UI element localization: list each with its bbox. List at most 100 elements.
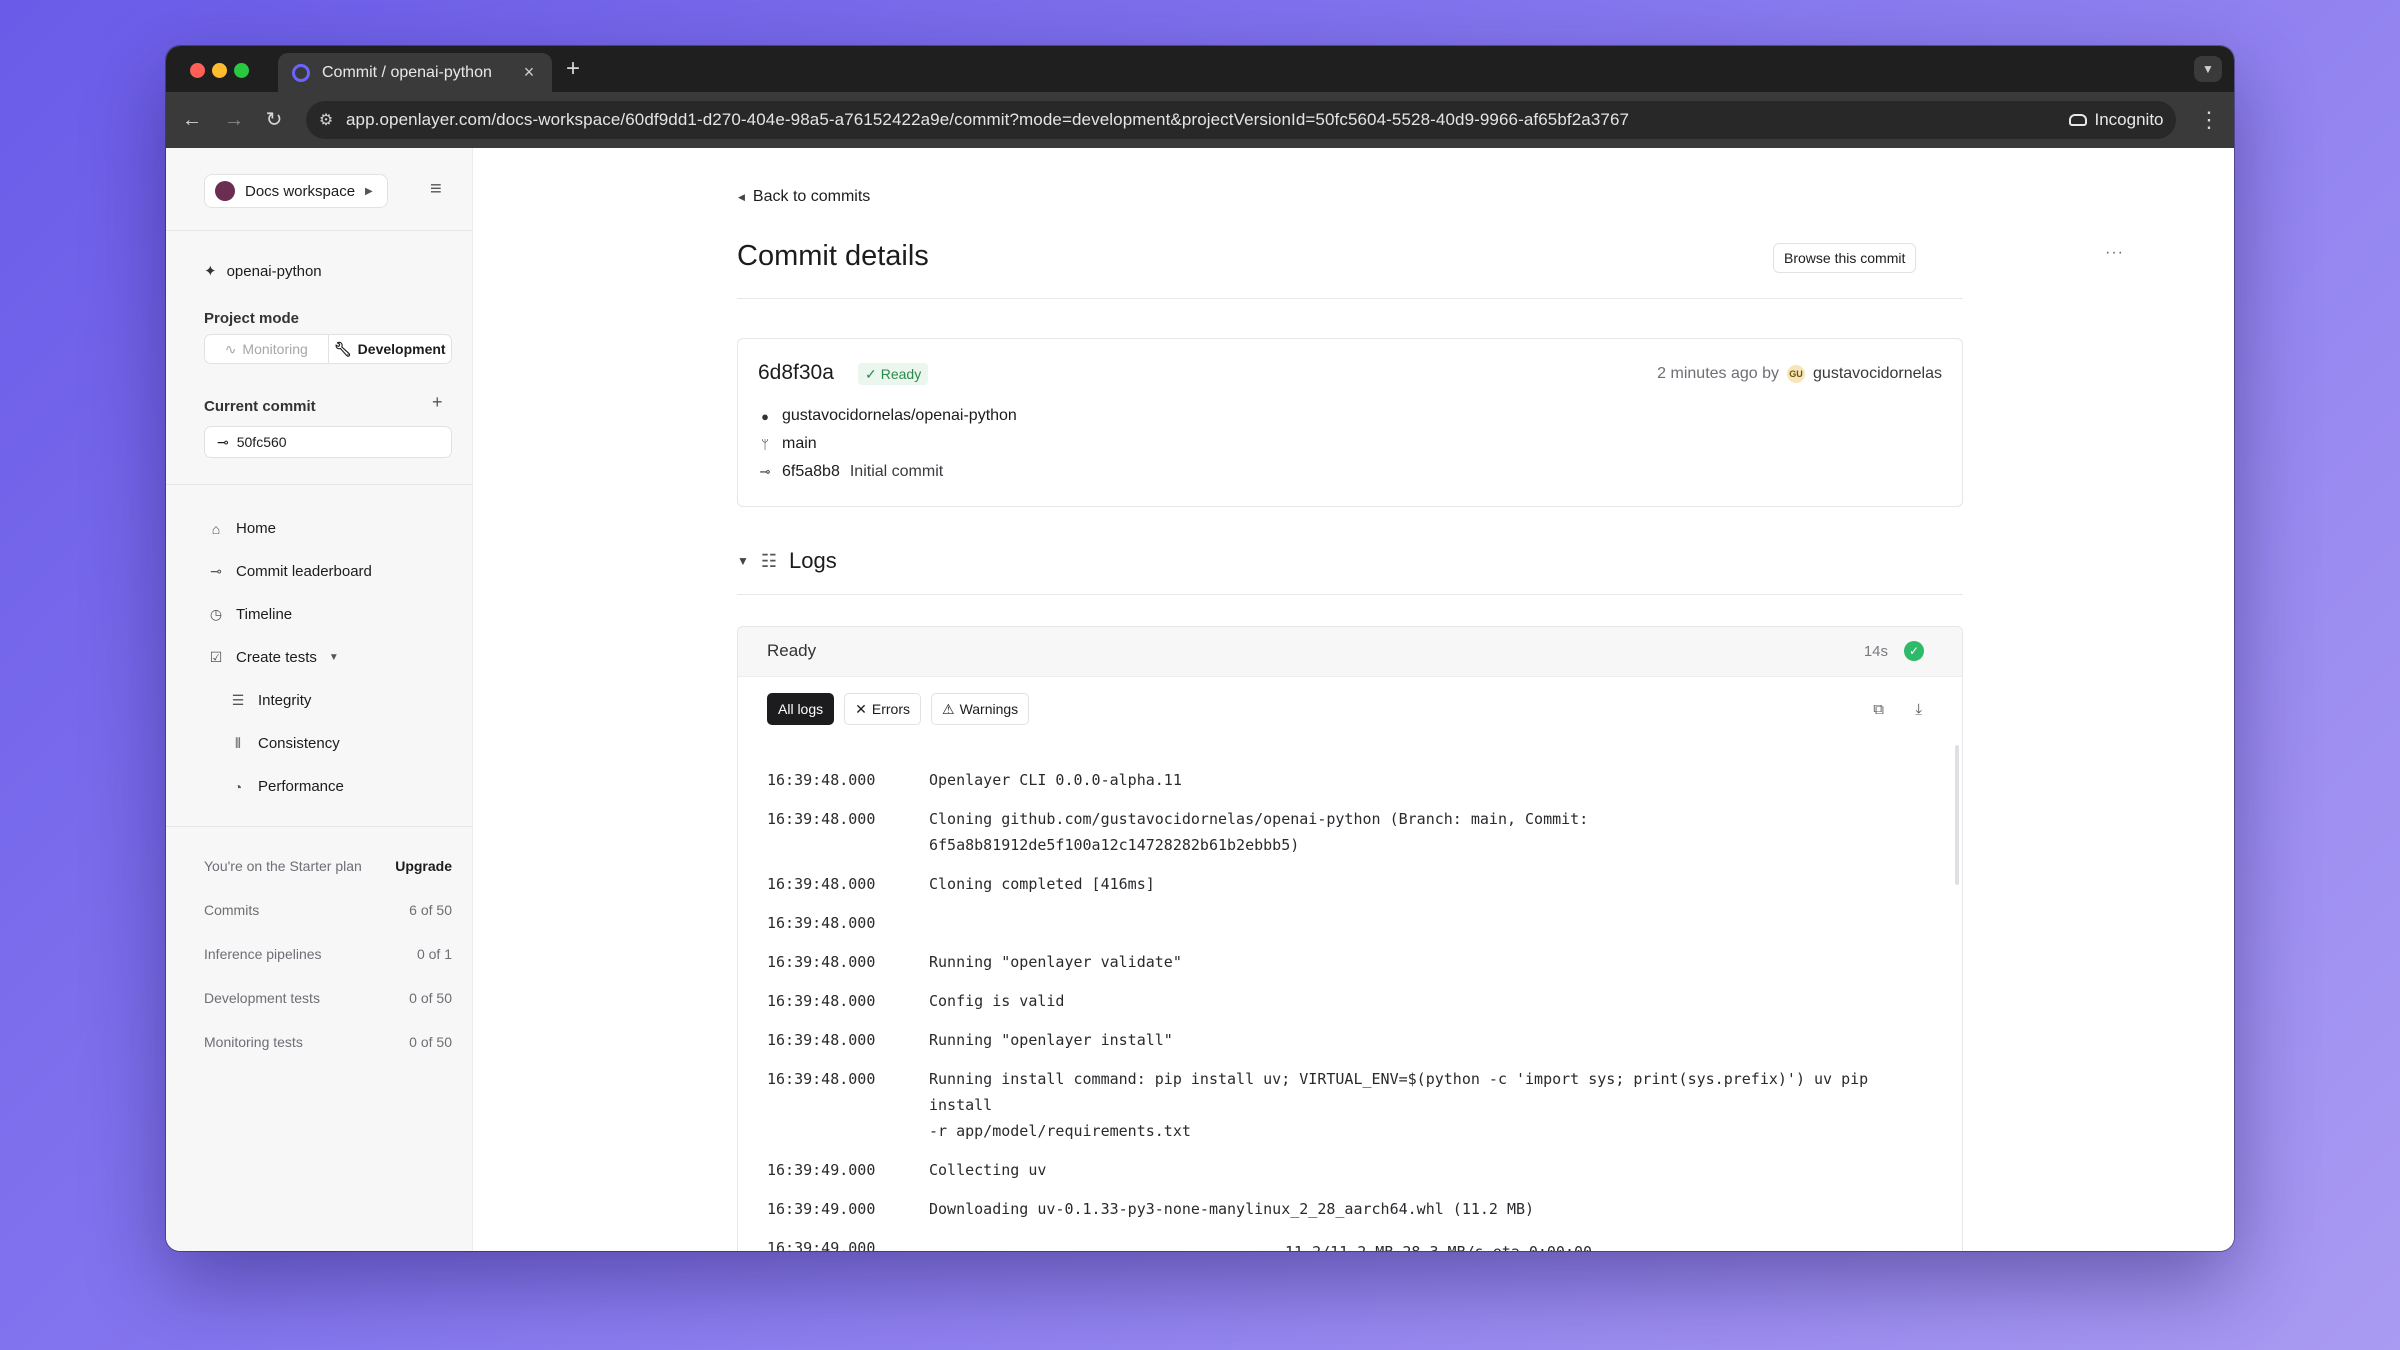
log-message: Collecting uv (929, 1161, 1047, 1179)
sidebar-menu-icon[interactable]: ≡ (430, 178, 442, 201)
download-progress-text: 11.2/11.2 MB 28.3 MB/s eta 0:00:00 (1285, 1239, 1592, 1251)
main-content: ◀ Back to commits Commit details Browse … (473, 148, 2234, 1251)
list-icon: ☰ (231, 692, 245, 708)
mode-development-option[interactable]: 🔧︎ Development (327, 335, 452, 363)
project-mode-label: Project mode (204, 310, 300, 327)
copy-icon[interactable]: ⧉ (1873, 701, 1884, 718)
site-settings-icon[interactable]: ⚙ (306, 110, 346, 130)
log-timestamp: 16:39:48.000 (767, 953, 876, 971)
back-to-commits-link[interactable]: ◀ Back to commits (738, 188, 870, 206)
incognito-label: Incognito (2094, 110, 2164, 129)
sidebar-item-performance[interactable]: ◔ Performance (230, 778, 344, 795)
commit-author[interactable]: gustavocidornelas (1813, 365, 1942, 383)
log-timestamp: 16:39:49.000 (767, 1161, 876, 1179)
address-bar[interactable]: ⚙ app.openlayer.com/docs-workspace/60df9… (306, 101, 2158, 139)
log-line: 16:39:48.000 Cloning github.com/gustavoci… (767, 806, 1917, 858)
project-link[interactable]: ✦ openai-python (204, 262, 322, 281)
commit-meta: 2 minutes ago by GU gustavocidornelas (1657, 365, 1942, 383)
caret-down-icon: ▼ (328, 652, 339, 663)
branch-row: ᛘ main (758, 435, 817, 453)
log-timestamp: 16:39:48.000 (767, 1070, 876, 1088)
browse-commit-button[interactable]: Browse this commit (1773, 243, 1917, 273)
log-message: 11.2/11.2 MB 28.3 MB/s eta 0:00:00 (929, 1235, 1917, 1251)
workspace-switcher[interactable]: Docs workspace ▶ (204, 174, 388, 208)
current-commit-label: Current commit (204, 398, 316, 415)
maximize-window-button[interactable] (234, 63, 249, 78)
sidebar-item-consistency[interactable]: ⦀ Consistency (230, 735, 340, 752)
git-commit-row: ⊸ 6f5a8b8 Initial commit (758, 463, 944, 481)
minimize-window-button[interactable] (212, 63, 227, 78)
add-commit-button[interactable]: + (432, 392, 443, 413)
download-icon[interactable]: ⤓ (1915, 701, 1922, 718)
x-icon: ✕ (855, 700, 867, 717)
status-badge: ✓ Ready (858, 363, 929, 385)
url-text[interactable]: app.openlayer.com/docs-workspace/60df9dd… (346, 110, 2118, 130)
filter-all-logs[interactable]: All logs (767, 693, 835, 725)
logs-panel: Ready 14s ✓ All logs ✕ Errors ⚠ Warnings (737, 626, 1963, 1251)
filter-warnings[interactable]: ⚠ Warnings (931, 693, 1030, 725)
tab-list-chevron-icon[interactable]: ▼ (2194, 56, 2222, 82)
sidebar-item-label: Performance (258, 778, 344, 795)
log-timestamp: 16:39:48.000 (767, 1031, 876, 1049)
log-message: Downloading uv-0.1.33-py3-none-manylinux… (929, 1200, 1535, 1218)
current-commit-value: 50fc560 (236, 434, 287, 450)
tab-close-icon[interactable]: × (520, 62, 538, 83)
title-divider (737, 298, 1963, 299)
commit-time: 2 minutes ago by (1657, 365, 1780, 382)
log-timestamp: 16:39:48.000 (767, 914, 876, 932)
mode-development-label: Development (357, 341, 446, 357)
logs-section-toggle[interactable]: ▼ ☷ Logs (737, 548, 837, 574)
sidebar-item-commit-leaderboard[interactable]: ⊸ Commit leaderboard (208, 563, 372, 580)
logs-duration: 14s (1863, 643, 1888, 660)
branch-name: main (782, 435, 817, 452)
openlayer-favicon-icon (292, 63, 310, 82)
log-output: 16:39:48.000 Openlayer CLI 0.0.0-alpha.11… (767, 767, 1917, 1251)
log-line: 16:39:48.000 (767, 910, 1917, 936)
log-scrollbar[interactable] (1955, 745, 1959, 885)
sidebar-item-home[interactable]: ⌂ Home (208, 520, 276, 537)
repo-row[interactable]: ● gustavocidornelas/openai-python (758, 407, 1017, 425)
reload-icon[interactable]: ↻ (260, 106, 288, 134)
usage-label: Development tests (204, 990, 320, 1006)
pulse-icon: ∿ (224, 340, 237, 357)
log-message: Openlayer CLI 0.0.0-alpha.11 (929, 771, 1182, 789)
close-window-button[interactable] (190, 63, 205, 78)
more-options-icon[interactable]: ··· (2105, 244, 2124, 262)
forward-arrow-icon[interactable]: → (220, 106, 248, 134)
list-icon: ☷ (760, 550, 778, 571)
browser-tab[interactable]: Commit / openai-python × (278, 53, 552, 92)
upgrade-link[interactable]: Upgrade (395, 858, 452, 874)
filter-errors[interactable]: ✕ Errors (844, 693, 921, 725)
sidebar-item-create-tests[interactable]: ☑ Create tests ▼ (208, 649, 339, 666)
current-commit-selector[interactable]: ⊸ 50fc560 (204, 426, 452, 458)
back-arrow-icon[interactable]: ← (178, 106, 206, 134)
browser-menu-icon[interactable]: ⋮ (2198, 106, 2220, 134)
sidebar-divider (166, 484, 473, 485)
mode-monitoring-option[interactable]: ∿ Monitoring (205, 335, 328, 363)
home-icon: ⌂ (211, 520, 221, 537)
sidebar: Docs workspace ▶ ≡ ✦ openai-python Proje… (166, 148, 473, 1251)
app-content: Docs workspace ▶ ≡ ✦ openai-python Proje… (166, 148, 2234, 1251)
plan-info: You're on the Starter plan Upgrade (204, 858, 452, 874)
sidebar-item-timeline[interactable]: ◷ Timeline (208, 606, 292, 623)
browser-toolbar: ← → ↻ ⚙ app.openlayer.com/docs-workspace… (166, 92, 2234, 148)
log-message: Cloning github.com/gustavocidornelas/ope… (929, 810, 1589, 854)
filter-label: Warnings (959, 701, 1019, 717)
log-message: Running "openlayer install" (929, 1031, 1173, 1049)
tab-title: Commit / openai-python (322, 63, 492, 81)
logs-heading: Logs (789, 548, 837, 573)
usage-row-monitoring-tests: Monitoring tests 0 of 50 (204, 1034, 452, 1050)
sidebar-divider (166, 230, 473, 231)
bars-icon: ⦀ (234, 735, 242, 751)
usage-row-development-tests: Development tests 0 of 50 (204, 990, 452, 1006)
filter-label: Errors (871, 701, 910, 717)
sidebar-item-integrity[interactable]: ☰ Integrity (230, 692, 312, 709)
commit-icon: ⊸ (759, 464, 771, 479)
filter-label: All logs (778, 701, 824, 717)
new-tab-button[interactable]: + (566, 56, 580, 82)
sidebar-item-label: Home (236, 520, 277, 537)
incognito-indicator[interactable]: Incognito (2056, 101, 2176, 139)
log-message: Config is valid (929, 992, 1065, 1010)
logs-status: Ready (767, 641, 817, 660)
sidebar-item-label: Timeline (236, 606, 293, 623)
